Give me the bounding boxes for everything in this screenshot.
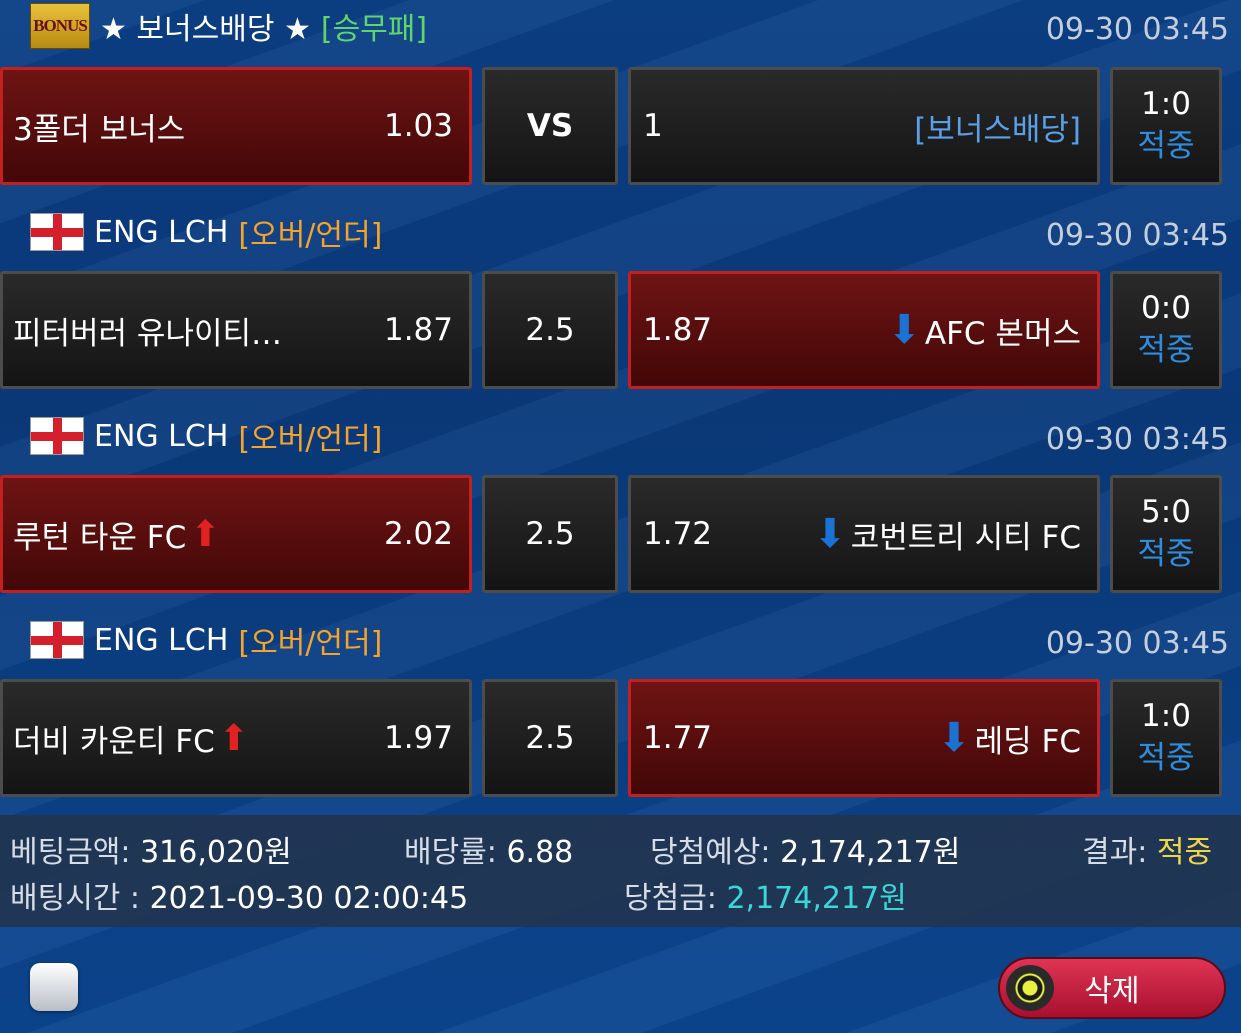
vs-label: VS — [482, 67, 618, 185]
result-box: 1:0 적중 — [1110, 67, 1222, 185]
expected-value: 2,174,217원 — [780, 835, 961, 870]
game-row: 루턴 타운 FC ⬆ 2.02 2.5 1.72 ⬇ 코번트리 시티 FC 5:0 … — [0, 475, 1241, 595]
bet-amount-label: 베팅금액: — [10, 835, 131, 870]
away-team-name: [보너스배당] — [914, 111, 1081, 148]
bet-time: 배팅시간 : 2021-09-30 02:00:45 — [10, 873, 468, 917]
home-team-name: 피터버러 유나이티… — [13, 315, 283, 352]
handicap-value: 2.5 — [482, 271, 618, 389]
red-up-arrow-icon: ⬆ — [190, 513, 221, 555]
away-team-name: AFC 본머스 — [924, 315, 1081, 352]
result-box: 1:0 적중 — [1110, 679, 1222, 797]
blue-down-arrow-icon: ⬇ — [813, 511, 847, 557]
home-option[interactable]: 루턴 타운 FC ⬆ 2.02 — [0, 475, 472, 593]
home-odds: 1.03 — [383, 108, 453, 144]
game-time: 09-30 03:45 — [1045, 12, 1229, 47]
england-flag-icon — [30, 621, 84, 659]
home-odds: 1.97 — [383, 720, 453, 756]
game-header: ENG LCH [오버/언더] 09-30 03:45 — [0, 614, 1241, 666]
bet-summary: 베팅금액: 316,020원 배당률: 6.88 당첨예상: 2,174,217… — [0, 815, 1241, 927]
away-odds: 1.72 — [643, 516, 713, 552]
result-status: 적중 — [1137, 332, 1195, 368]
game-time: 09-30 03:45 — [1045, 626, 1229, 661]
away-odds: 1 — [643, 108, 663, 144]
odds-value: 6.88 — [506, 835, 574, 870]
home-option[interactable]: 피터버러 유나이티… 1.87 — [0, 271, 472, 389]
red-up-arrow-icon: ⬆ — [218, 717, 249, 759]
home-odds: 1.87 — [383, 312, 453, 348]
bet-amount: 베팅금액: 316,020원 — [10, 827, 292, 871]
game-header: BONUS ★ 보너스배당 ★ [승무패] 09-30 03:45 — [0, 0, 1241, 52]
toggle-knob-icon — [1006, 965, 1054, 1011]
expected-win: 당첨예상: 2,174,217원 — [650, 827, 960, 871]
result-status: 적중 — [1137, 128, 1195, 164]
home-team-name: 더비 카운티 FC — [13, 723, 215, 760]
bet-amount-value: 316,020원 — [140, 835, 292, 870]
score: 0:0 — [1141, 290, 1191, 327]
league-name: ENG LCH — [94, 214, 229, 250]
result-status: 적중 — [1137, 536, 1195, 572]
score: 5:0 — [1141, 494, 1191, 531]
delete-button-label: 삭제 — [1084, 974, 1140, 1009]
win-amount: 당첨금: 2,174,217원 — [624, 873, 907, 917]
handicap-value: 2.5 — [482, 679, 618, 797]
blue-down-arrow-icon: ⬇ — [887, 307, 921, 353]
england-flag-icon — [30, 417, 84, 455]
result-status: 적중 — [1137, 740, 1195, 776]
league-name: ENG LCH — [94, 418, 229, 454]
home-option[interactable]: 더비 카운티 FC ⬆ 1.97 — [0, 679, 472, 797]
england-flag-icon — [30, 213, 84, 251]
league-name: ★ 보너스배당 ★ — [100, 12, 311, 47]
away-option[interactable]: 1.77 ⬇ 레딩 FC — [628, 679, 1100, 797]
game-row: 3폴더 보너스 1.03 VS 1 [보너스배당] 1:0 적중 — [0, 67, 1241, 187]
result-value: 적중 — [1156, 835, 1213, 870]
game-time: 09-30 03:45 — [1045, 422, 1229, 457]
away-option[interactable]: 1 [보너스배당] — [628, 67, 1100, 185]
delete-button[interactable]: 삭제 — [998, 957, 1226, 1019]
bet-time-value: 2021-09-30 02:00:45 — [149, 881, 469, 916]
game-row: 피터버러 유나이티… 1.87 2.5 1.87 ⬇ AFC 본머스 0:0 적중 — [0, 271, 1241, 391]
bet-ticket: BONUS ★ 보너스배당 ★ [승무패] 09-30 03:45 3폴더 보너… — [0, 0, 1241, 1033]
league-name: ENG LCH — [94, 622, 229, 658]
home-team-name: 3폴더 보너스 — [13, 111, 186, 148]
score: 1:0 — [1141, 698, 1191, 735]
bet-type: [승무패] — [320, 12, 428, 47]
home-team-name: 루턴 타운 FC — [13, 519, 187, 556]
bet-type: [오버/언더] — [238, 218, 383, 253]
away-option[interactable]: 1.87 ⬇ AFC 본머스 — [628, 271, 1100, 389]
handicap-value: 2.5 — [482, 475, 618, 593]
away-odds: 1.77 — [643, 720, 713, 756]
result-label: 결과: — [1082, 835, 1148, 870]
bet-type: [오버/언더] — [238, 422, 383, 457]
win-label: 당첨금: — [624, 881, 717, 916]
game-header: ENG LCH [오버/언더] 09-30 03:45 — [0, 206, 1241, 258]
home-option[interactable]: 3폴더 보너스 1.03 — [0, 67, 472, 185]
away-team-name: 레딩 FC — [974, 723, 1081, 760]
bet-type: [오버/언더] — [238, 626, 383, 661]
game-row: 더비 카운티 FC ⬆ 1.97 2.5 1.77 ⬇ 레딩 FC 1:0 적중 — [0, 679, 1241, 799]
score: 1:0 — [1141, 86, 1191, 123]
result-box: 0:0 적중 — [1110, 271, 1222, 389]
odds-label: 배당률: — [404, 835, 497, 870]
home-odds: 2.02 — [383, 516, 453, 552]
total-odds: 배당률: 6.88 — [404, 827, 573, 871]
result-box: 5:0 적중 — [1110, 475, 1222, 593]
blue-down-arrow-icon: ⬇ — [937, 715, 971, 761]
away-odds: 1.87 — [643, 312, 713, 348]
away-option[interactable]: 1.72 ⬇ 코번트리 시티 FC — [628, 475, 1100, 593]
result: 결과: 적중 — [1082, 827, 1212, 871]
select-checkbox[interactable] — [30, 963, 78, 1011]
bonus-badge-icon: BONUS — [30, 3, 90, 49]
bet-time-label: 배팅시간 : — [10, 881, 141, 916]
away-team-name: 코번트리 시티 FC — [850, 519, 1081, 556]
game-time: 09-30 03:45 — [1045, 218, 1229, 253]
expected-label: 당첨예상: — [650, 835, 771, 870]
game-header: ENG LCH [오버/언더] 09-30 03:45 — [0, 410, 1241, 462]
win-value: 2,174,217원 — [726, 881, 907, 916]
